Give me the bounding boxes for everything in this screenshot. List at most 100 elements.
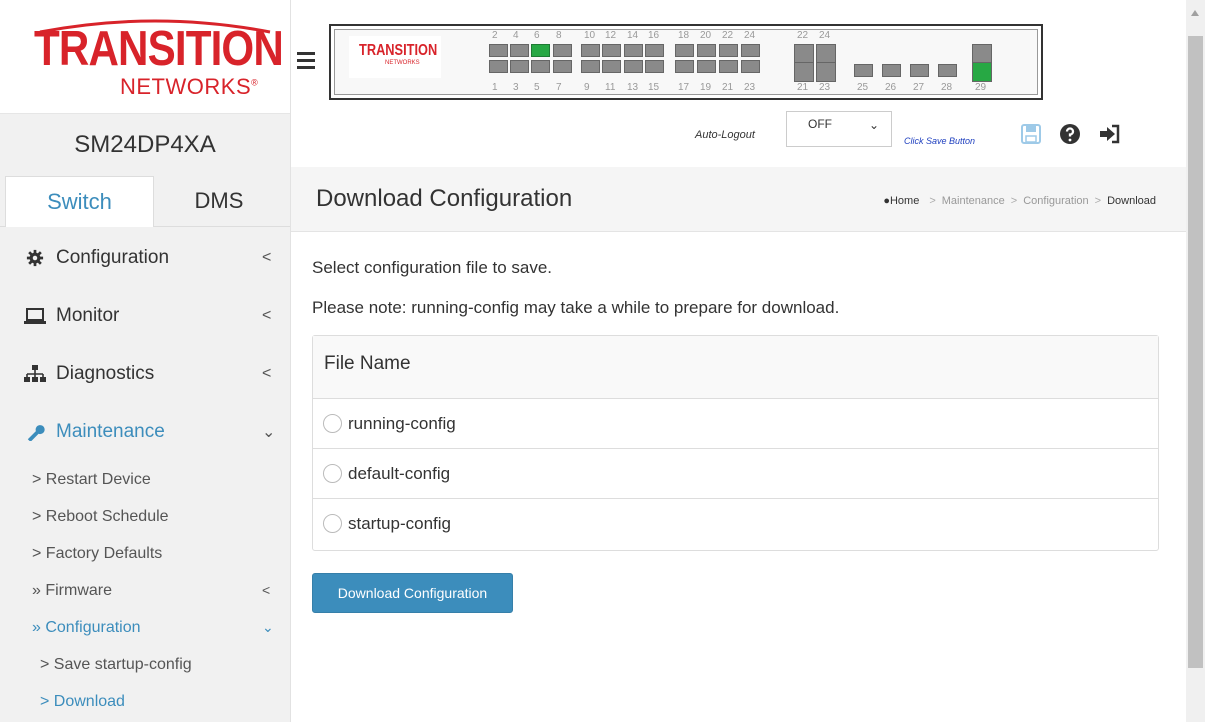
submenu-save-startup-config[interactable]: > Save startup-config [0, 646, 290, 683]
port-24-icon[interactable] [741, 44, 760, 57]
port-1-icon[interactable] [489, 60, 508, 73]
port-number-top: 24 [819, 30, 831, 41]
port-19-icon[interactable] [697, 60, 716, 73]
port-number-top: 16 [648, 30, 660, 41]
logo-sub-text: NETWORKS® [120, 74, 259, 99]
radio-button[interactable] [323, 414, 342, 433]
help-icon[interactable] [1059, 123, 1081, 145]
scrollbar-thumb[interactable] [1188, 36, 1203, 668]
submenu-factory-defaults[interactable]: > Factory Defaults [0, 535, 290, 572]
breadcrumb-maintenance[interactable]: Maintenance [942, 195, 1005, 207]
panel-logo-main: TRANSITION [359, 42, 438, 59]
submenu-label: » Firmware [32, 582, 113, 599]
sidebar-item-label: Configuration [56, 247, 170, 268]
panel-logo: TRANSITION NETWORKS [349, 36, 441, 78]
port-number-top: 12 [605, 30, 617, 41]
port-number-bottom: 9 [584, 82, 590, 93]
port-8-icon[interactable] [553, 44, 572, 57]
port-number-bottom: 15 [648, 82, 660, 93]
file-table-header: File Name [313, 336, 1158, 399]
sidebar-item-diagnostics[interactable]: Diagnostics < [0, 345, 290, 403]
tab-switch[interactable]: Switch [5, 176, 154, 227]
port-18-icon[interactable] [675, 44, 694, 57]
sfp-port-icon[interactable] [794, 44, 814, 64]
uplink-port-27-icon[interactable] [910, 64, 929, 77]
port-13-icon[interactable] [624, 60, 643, 73]
submenu-label: > Download [40, 693, 125, 710]
port-29-upper-icon[interactable] [972, 44, 992, 64]
content-header: Download Configuration ●Home > Maintenan… [291, 167, 1186, 232]
uplink-port-28-icon[interactable] [938, 64, 957, 77]
submenu-restart-device[interactable]: > Restart Device [0, 461, 290, 498]
submenu-configuration[interactable]: » Configuration ⌄ [0, 609, 290, 646]
port-number-bottom: 23 [819, 82, 831, 93]
tab-dms[interactable]: DMS [154, 176, 284, 226]
port-panel-inner: TRANSITION NETWORKS 2 4 6 8 10 12 14 16 18 20 22 24… [334, 29, 1038, 95]
port-17-icon[interactable] [675, 60, 694, 73]
breadcrumb-configuration[interactable]: Configuration [1023, 195, 1088, 207]
radio-button[interactable] [323, 514, 342, 533]
sidebar-menu: Configuration < Monitor < Diagnostics < [0, 227, 290, 720]
sidebar-item-configuration[interactable]: Configuration < [0, 229, 290, 287]
sfp-port-icon[interactable] [816, 44, 836, 64]
port-14-icon[interactable] [624, 44, 643, 57]
instruction-text: Select configuration file to save. [312, 258, 553, 277]
sfp-port-icon[interactable] [794, 62, 814, 82]
port-number-top: 22 [797, 30, 809, 41]
port-number-top: 2 [492, 30, 498, 41]
uplink-port-26-icon[interactable] [882, 64, 901, 77]
submenu-download[interactable]: > Download [0, 683, 290, 720]
port-29-icon[interactable] [972, 62, 992, 82]
submenu-label: » Configuration [32, 619, 141, 636]
breadcrumb-separator: > [1010, 195, 1018, 207]
file-name: startup-config [348, 513, 451, 533]
port-2-icon[interactable] [489, 44, 508, 57]
port-4-icon[interactable] [510, 44, 529, 57]
port-5-icon[interactable] [531, 60, 550, 73]
brand-logo[interactable]: TRANSITION NETWORKS® [0, 0, 290, 114]
port-20-icon[interactable] [697, 44, 716, 57]
file-table: File Name running-config default-config … [312, 335, 1159, 551]
sidebar-item-label: Monitor [56, 305, 120, 326]
port-10-icon[interactable] [581, 44, 600, 57]
page-title: Download Configuration [316, 185, 573, 212]
hamburger-menu-icon[interactable] [297, 52, 315, 70]
submenu-firmware[interactable]: » Firmware < [0, 572, 290, 609]
sfp-port-icon[interactable] [816, 62, 836, 82]
file-row-startup-config[interactable]: startup-config [313, 499, 1158, 548]
port-15-icon[interactable] [645, 60, 664, 73]
port-number-bottom: 7 [556, 82, 562, 93]
port-3-icon[interactable] [510, 60, 529, 73]
port-12-icon[interactable] [602, 44, 621, 57]
scroll-up-arrow-icon[interactable] [1191, 10, 1199, 16]
breadcrumb-home[interactable]: ●Home [883, 195, 919, 207]
sidebar-item-monitor[interactable]: Monitor < [0, 287, 290, 345]
port-number-top: 20 [700, 30, 712, 41]
port-21-icon[interactable] [719, 60, 738, 73]
port-23-icon[interactable] [741, 60, 760, 73]
submenu-label: > Save startup-config [40, 656, 192, 673]
sidebar-item-maintenance[interactable]: Maintenance ⌄ [0, 403, 290, 461]
port-9-icon[interactable] [581, 60, 600, 73]
autologout-select[interactable]: OFF ⌄ [786, 111, 892, 147]
port-number-top: 22 [722, 30, 734, 41]
radio-button[interactable] [323, 464, 342, 483]
submenu-reboot-schedule[interactable]: > Reboot Schedule [0, 498, 290, 535]
download-configuration-button[interactable]: Download Configuration [312, 573, 513, 613]
port-16-icon[interactable] [645, 44, 664, 57]
file-row-default-config[interactable]: default-config [313, 449, 1158, 499]
port-22-icon[interactable] [719, 44, 738, 57]
vertical-scrollbar[interactable] [1186, 0, 1205, 722]
port-number-bottom: 17 [678, 82, 690, 93]
save-icon[interactable] [1020, 123, 1042, 145]
autologout-label: Auto-Logout [695, 129, 755, 141]
port-7-icon[interactable] [553, 60, 572, 73]
main-content: Select configuration file to save. Pleas… [291, 232, 1186, 722]
file-row-running-config[interactable]: running-config [313, 399, 1158, 449]
port-6-icon[interactable] [531, 44, 550, 57]
logout-icon[interactable] [1098, 123, 1120, 145]
port-11-icon[interactable] [602, 60, 621, 73]
submenu-label: > Restart Device [32, 471, 151, 488]
port-number-bottom: 1 [492, 82, 498, 93]
uplink-port-25-icon[interactable] [854, 64, 873, 77]
